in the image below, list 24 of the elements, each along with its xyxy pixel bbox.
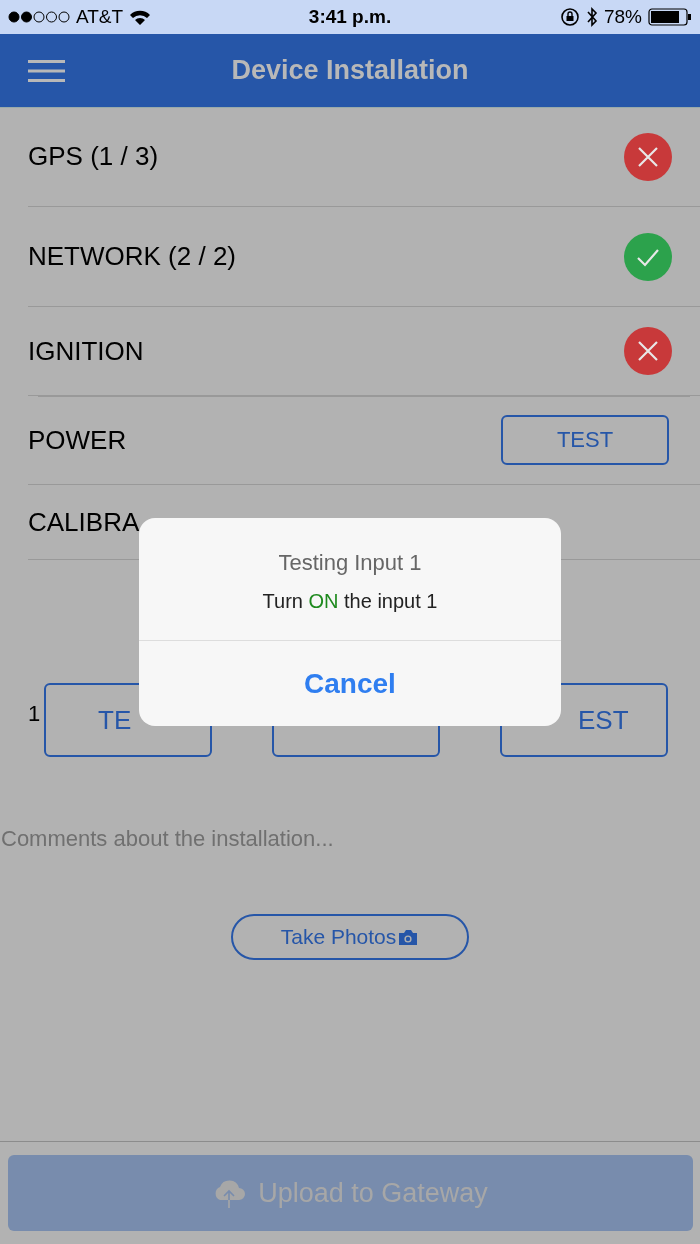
menu-button[interactable] <box>28 58 66 83</box>
cancel-button[interactable]: Cancel <box>139 640 561 726</box>
screen-title: Device Installation <box>231 55 469 85</box>
bluetooth-icon <box>585 7 598 27</box>
dialog-message: Turn ON the input 1 <box>262 590 438 614</box>
check-label: POWER <box>28 424 127 456</box>
battery-percentage: 78% <box>603 6 642 28</box>
rotation-lock-icon <box>559 7 580 27</box>
battery-icon <box>648 8 692 26</box>
take-photos-button[interactable]: Take Photos <box>231 914 469 960</box>
wifi-icon <box>129 9 152 25</box>
menu-icon <box>28 58 66 83</box>
dialog-title: Testing Input 1 <box>278 550 422 576</box>
camera-icon <box>397 928 420 946</box>
input-number: 1 <box>28 701 42 727</box>
test-button[interactable]: TEST <box>501 415 669 465</box>
check-label: NETWORK (2 / 2) <box>28 241 236 272</box>
carrier-name: AT&T <box>76 6 124 28</box>
clock-time: 3:41 p.m. <box>308 6 392 27</box>
check-label: CALIBRA <box>28 506 140 538</box>
comments-field[interactable]: Comments about the installation... <box>0 824 700 854</box>
signal-icon <box>8 11 70 23</box>
check-label: GPS (1 / 3) <box>28 141 159 172</box>
check-label: IGNITION <box>28 335 144 367</box>
